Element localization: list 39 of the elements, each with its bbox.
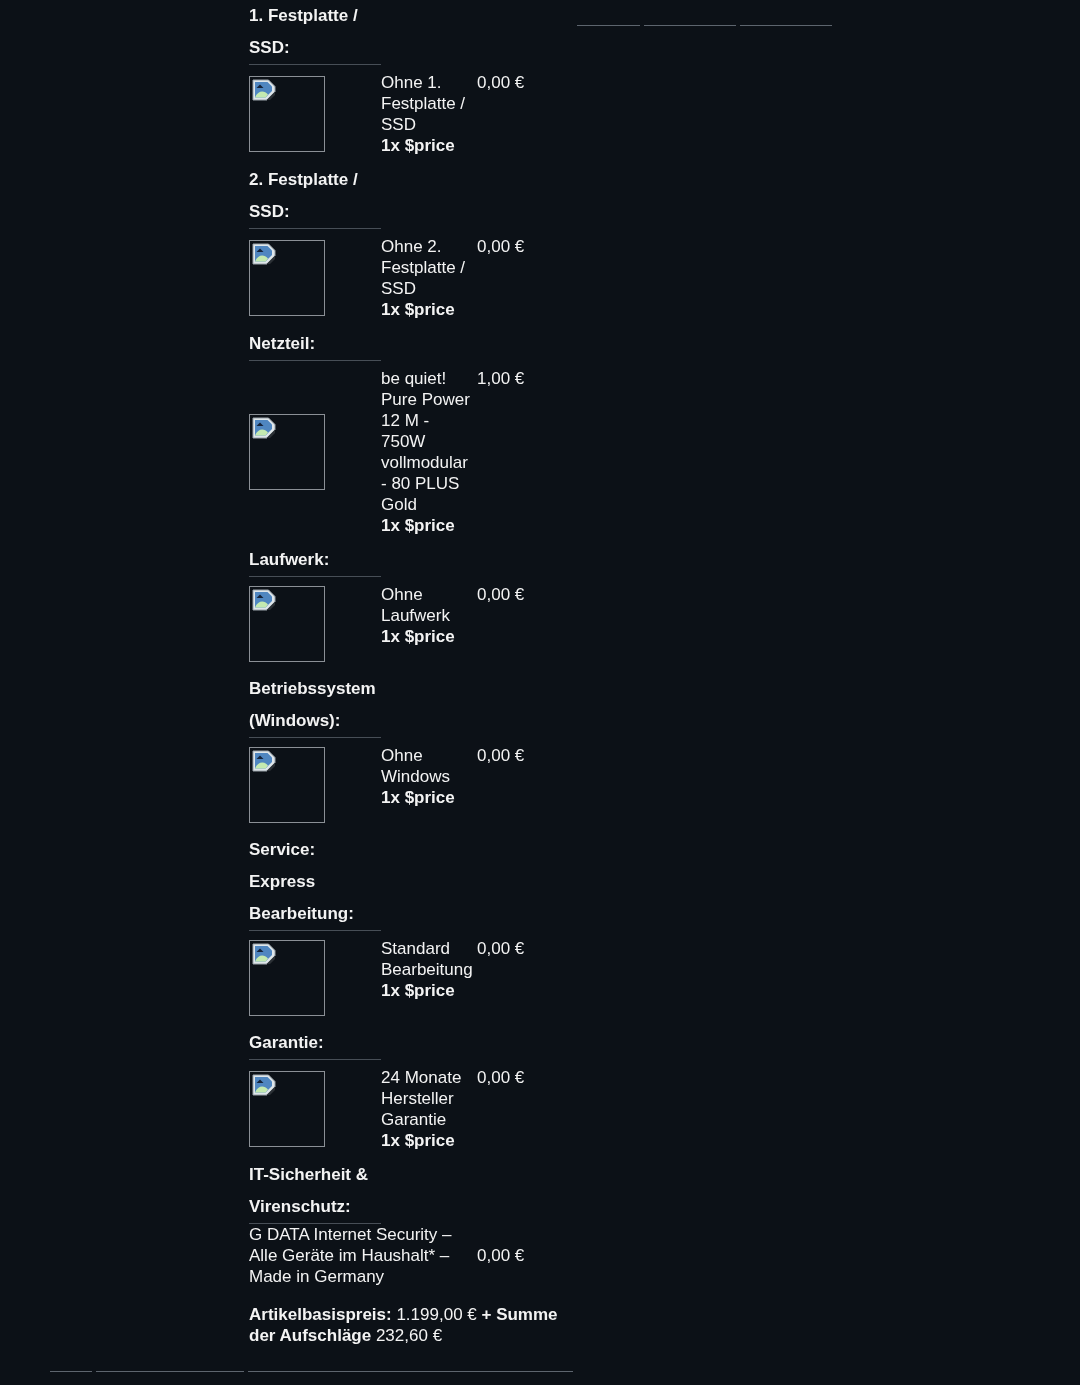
section-heading: Netzteil: <box>249 328 381 361</box>
price-text: 0,00 € <box>477 938 526 959</box>
section-heading: Garantie: <box>249 1027 381 1060</box>
broken-image-icon <box>252 589 276 611</box>
section-heading: Service: Express Bearbeitung: <box>249 834 381 931</box>
product-name: Ohne 2. Festplatte / SSD <box>381 236 467 299</box>
price-summary: Artikelbasispreis: 1.199,00 € + Summe der Aufschläge 232,60 € <box>249 1304 559 1346</box>
broken-image-icon <box>252 242 276 265</box>
section-heading: Laufwerk: <box>249 544 381 577</box>
product-name: 24 Monate Hersteller Garantie <box>381 1067 463 1130</box>
broken-image-icon <box>252 943 276 965</box>
product-name: G DATA Internet Security – Alle Geräte im Haushalt* – Made in Germany <box>249 1224 453 1287</box>
quantity-label: 1x $price <box>381 787 456 808</box>
price-text: 0,00 € <box>477 72 526 93</box>
price-text: 1,00 € <box>477 368 526 389</box>
quantity-label: 1x $price <box>381 515 456 536</box>
section-heading: 2. Festplatte / SSD: <box>249 164 381 229</box>
quantity-label: 1x $price <box>381 135 456 156</box>
quantity-label: 1x $price <box>381 1130 456 1151</box>
product-name: Ohne Windows <box>381 745 451 787</box>
product-name: Ohne Laufwerk <box>381 584 451 626</box>
section-heading: 1. Festplatte / SSD: <box>249 0 381 65</box>
product-name: be quiet! Pure Power 12 M - 750W vollmodular - 80 PLUS Gold <box>381 368 471 515</box>
broken-image-icon <box>252 1073 276 1096</box>
quantity-label: 1x $price <box>381 626 456 647</box>
section-heading: IT-Sicherheit & Virenschutz: <box>249 1159 381 1224</box>
broken-image-icon <box>252 416 276 439</box>
price-text: 0,00 € <box>477 584 526 605</box>
section-heading: Betriebssystem (Windows): <box>249 673 381 738</box>
quantity-label: 1x $price <box>381 980 456 1001</box>
price-text: 0,00 € <box>477 745 526 766</box>
price-text: 0,00 € <box>477 1067 526 1088</box>
price-text: 0,00 € <box>477 236 526 257</box>
quantity-label: 1x $price <box>381 299 456 320</box>
broken-image-icon <box>252 78 276 101</box>
product-name: Standard Bearbeitung <box>381 938 474 980</box>
price-text: 0,00 € <box>477 1245 526 1266</box>
product-name: Ohne 1. Festplatte / SSD <box>381 72 467 135</box>
broken-image-icon <box>252 750 276 772</box>
